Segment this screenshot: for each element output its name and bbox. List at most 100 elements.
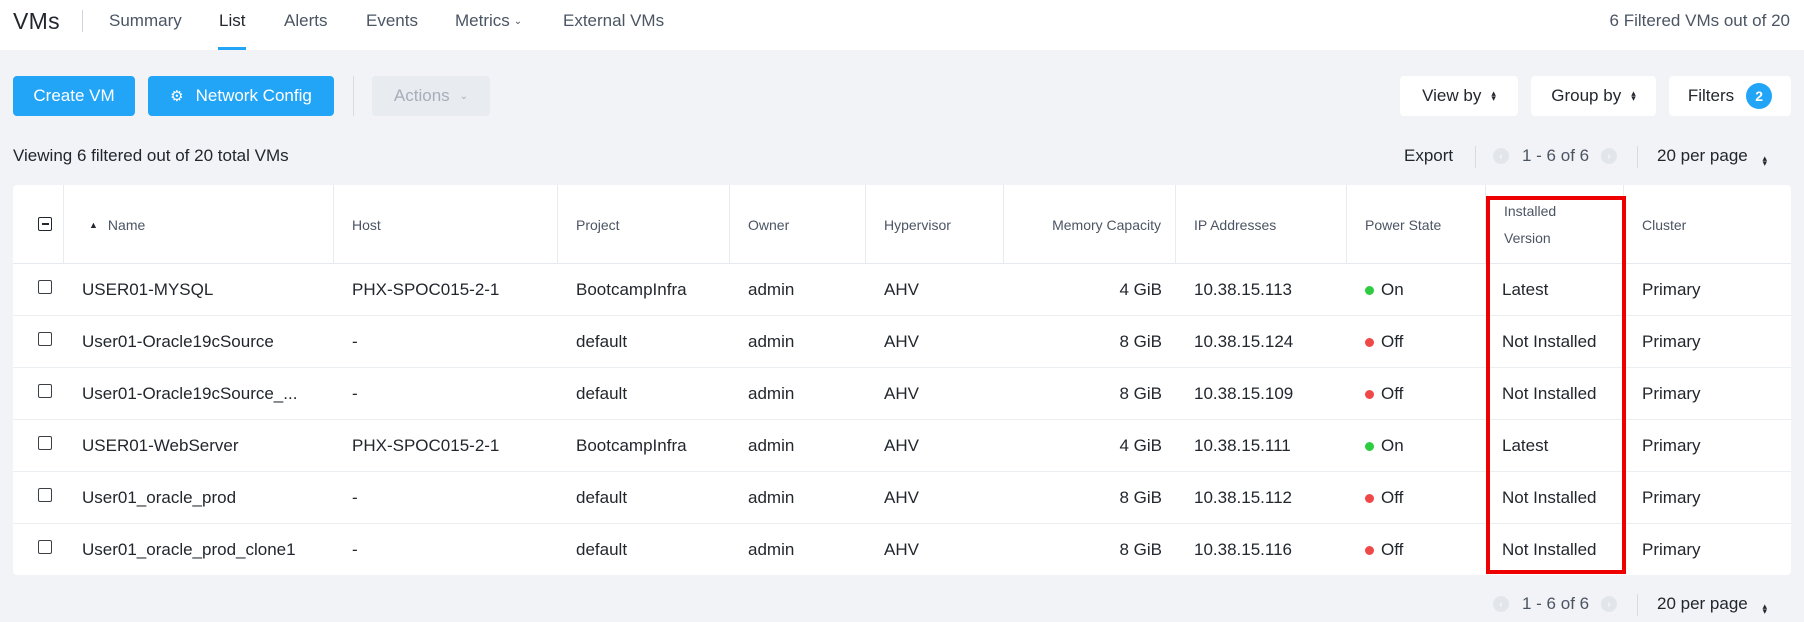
cell-cluster: Primary (1642, 488, 1701, 507)
power-state-label: Off (1381, 488, 1404, 507)
cell-project: default (576, 488, 628, 507)
export-link[interactable]: Export (1404, 146, 1453, 166)
sort-updown-icon: ▴ ▾ (1762, 601, 1768, 616)
cell-owner: admin (748, 332, 795, 351)
cell-ip-address: 10.38.15.124 (1194, 332, 1294, 351)
group-by-label: Group by (1551, 86, 1622, 105)
group-by-dropdown[interactable]: Group by ▴ ▾ (1531, 76, 1656, 116)
cell-memory: 8 GiB (1119, 488, 1162, 507)
power-status-dot-icon (1365, 493, 1374, 503)
cell-vm-name[interactable]: User01-Oracle19cSource (82, 316, 322, 368)
actions-label: Actions (393, 86, 450, 105)
tab-metrics-label: Metrics (455, 11, 510, 30)
cell-hypervisor: AHV (884, 332, 919, 351)
power-status-dot-icon (1365, 389, 1374, 399)
next-page-icon[interactable]: › (1601, 596, 1617, 612)
cell-power-state: On (1365, 420, 1480, 472)
cell-power-state: On (1365, 264, 1480, 316)
column-header-project[interactable]: Project (558, 185, 730, 264)
cell-power-state: Off (1365, 316, 1480, 368)
tab-events[interactable]: Events (366, 11, 418, 31)
next-page-icon[interactable]: › (1601, 148, 1617, 164)
previous-page-icon[interactable]: ‹ (1493, 596, 1509, 612)
cell-hypervisor: AHV (884, 384, 919, 403)
pagination-range: 1 - 6 of 6 (1522, 146, 1590, 165)
power-status-dot-icon (1365, 545, 1374, 555)
tab-metrics[interactable]: Metrics ⌄ (455, 11, 522, 31)
per-page-select[interactable]: 20 per page ▴ ▾ (1657, 146, 1767, 168)
column-header-memory[interactable]: Memory Capacity (1004, 185, 1176, 264)
column-header-power-state[interactable]: Power State (1347, 185, 1486, 264)
cell-host: - (352, 332, 358, 351)
cell-ip-address: 10.38.15.116 (1194, 540, 1292, 559)
actions-dropdown[interactable]: Actions ⌄ (372, 76, 490, 116)
tab-alerts[interactable]: Alerts (284, 11, 327, 31)
column-header-host[interactable]: Host (334, 185, 558, 264)
cell-owner: admin (748, 540, 795, 559)
sort-updown-icon: ▴ ▾ (1491, 88, 1496, 103)
cell-power-state: Off (1365, 472, 1480, 524)
cell-memory: 8 GiB (1119, 384, 1162, 403)
tab-external-vms[interactable]: External VMs (563, 11, 664, 31)
row-checkbox[interactable] (38, 384, 52, 398)
pager-divider (1475, 146, 1476, 168)
row-checkbox[interactable] (38, 280, 52, 294)
power-status-dot-icon (1365, 337, 1374, 347)
per-page-label: 20 per page (1657, 594, 1748, 613)
cell-vm-name[interactable]: User01_oracle_prod (82, 472, 322, 524)
cell-owner: admin (748, 436, 795, 455)
highlight-box (1486, 196, 1626, 574)
create-vm-button[interactable]: Create VM (13, 76, 135, 116)
viewing-summary: Viewing 6 filtered out of 20 total VMs (13, 146, 289, 165)
select-all-checkbox[interactable] (38, 217, 52, 231)
tab-list[interactable]: List (219, 11, 245, 31)
power-state-label: Off (1381, 540, 1404, 559)
pager-divider (1637, 146, 1638, 168)
active-tab-indicator (218, 47, 246, 50)
cell-project: BootcampInfra (576, 280, 687, 299)
per-page-select-bottom[interactable]: 20 per page ▴ ▾ (1657, 594, 1768, 616)
cell-host: PHX-SPOC015-2-1 (352, 436, 500, 455)
pager-divider (1637, 594, 1638, 616)
column-header-name[interactable]: ▲ Name (64, 185, 334, 264)
pagination-range-bottom: 1 - 6 of 6 (1522, 594, 1590, 613)
cell-owner: admin (748, 280, 795, 299)
cell-project: BootcampInfra (576, 436, 687, 455)
cell-vm-name[interactable]: User01_oracle_prod_clone1 (82, 524, 322, 576)
cell-host: - (352, 488, 358, 507)
cell-vm-name[interactable]: USER01-WebServer (82, 420, 322, 472)
cell-power-state: Off (1365, 524, 1480, 576)
tab-summary[interactable]: Summary (109, 11, 182, 31)
column-header-hypervisor[interactable]: Hypervisor (866, 185, 1004, 264)
cell-vm-name[interactable]: User01-Oracle19cSource_... (82, 368, 322, 420)
filters-label: Filters (1687, 86, 1735, 105)
power-state-label: On (1381, 280, 1404, 299)
row-checkbox[interactable] (38, 332, 52, 346)
view-by-dropdown[interactable]: View by ▴ ▾ (1400, 76, 1518, 116)
filters-button[interactable]: Filters 2 (1669, 76, 1791, 116)
gear-icon: ⚙ (170, 88, 184, 105)
filters-count-badge: 2 (1746, 83, 1773, 109)
cell-vm-name[interactable]: USER01-MYSQL (82, 264, 322, 316)
cell-cluster: Primary (1642, 436, 1701, 455)
previous-page-icon[interactable]: ‹ (1493, 148, 1509, 164)
cell-host: - (352, 540, 358, 559)
column-header-cluster[interactable]: Cluster (1624, 185, 1791, 264)
cell-cluster: Primary (1642, 332, 1701, 351)
row-checkbox[interactable] (38, 436, 52, 450)
cell-ip-address: 10.38.15.112 (1194, 488, 1292, 507)
cell-hypervisor: AHV (884, 540, 919, 559)
filtered-vm-count: 6 Filtered VMs out of 20 (1609, 11, 1790, 30)
network-config-button[interactable]: ⚙ Network Config (148, 76, 334, 116)
sort-updown-icon: ▴ ▾ (1631, 88, 1636, 103)
title-divider (82, 10, 83, 32)
row-checkbox[interactable] (38, 488, 52, 502)
column-header-ip[interactable]: IP Addresses (1176, 185, 1347, 264)
cell-memory: 8 GiB (1119, 540, 1162, 559)
power-status-dot-icon (1365, 441, 1374, 451)
row-checkbox[interactable] (38, 540, 52, 554)
page-title: VMs (13, 8, 60, 34)
cell-project: default (576, 384, 628, 403)
cell-owner: admin (748, 488, 795, 507)
column-header-owner[interactable]: Owner (730, 185, 866, 264)
